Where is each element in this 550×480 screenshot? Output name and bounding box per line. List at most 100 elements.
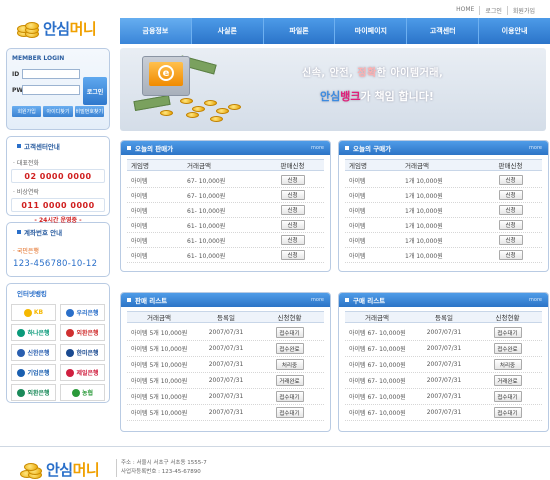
status-button[interactable]: 접수대기 [493,327,522,338]
trade-rate: 61- 10,000원 [187,237,226,245]
table-row: 아이템 5개 10,000원 2007/07/31 접수완료 [127,341,324,357]
password-input[interactable] [22,85,80,95]
buy-today-panel: 오늘의 구매가 more 게임명 거래금액 판매신청 아이템 1개 10,000원 신청 아… [338,140,549,272]
bank-logo-icon [17,388,26,397]
bank-link[interactable]: 하나은행 [11,324,56,341]
bank-link[interactable]: 신한은행 [11,344,56,361]
status-button[interactable]: 처리중 [275,359,304,370]
phone-label: · 대표전화 [13,160,39,167]
apply-button[interactable]: 신청 [498,235,523,245]
status-button[interactable]: 접수대기 [493,391,522,402]
status-button[interactable]: 접수대기 [275,407,304,418]
nav-item-guide[interactable]: 이용안내 [479,18,550,44]
trade-rate: 1개 10,000원 [405,207,443,215]
nav-item-sasil[interactable]: 사실론 [192,18,264,44]
bank-link[interactable]: 농협 [60,384,105,401]
bank-name: 제일은행 [76,370,99,377]
bank-link[interactable]: 한미은행 [60,344,105,361]
bank-logo-icon [23,308,32,317]
status-button[interactable]: 거래완료 [275,375,304,386]
status-button[interactable]: 접수대기 [275,327,304,338]
game-name: 아이템 [131,192,148,200]
apply-button[interactable]: 신청 [280,235,305,245]
bullet-icon [17,230,21,234]
buy-today-header: 오늘의 구매가 more [339,141,548,155]
bank-name: 외환은행 [27,390,50,397]
status-button[interactable]: 처리중 [493,359,522,370]
bank-logo-icon [71,388,80,397]
customer-center-box: 고객센터안내 · 대표전화 02 0000 0000 · 비상연락 011 00… [6,136,110,224]
site-logo[interactable]: 안심머니 [17,18,97,39]
more-link[interactable]: more [311,145,324,151]
apply-button[interactable]: 신청 [280,250,305,260]
apply-button[interactable]: 신청 [498,190,523,200]
bank-name: 우리은행 [76,310,99,317]
game-name: 아이템 [349,192,366,200]
trade-rate: 아이템 67- 10,000원 [349,378,406,385]
table-row: 아이템 5개 10,000원 2007/07/31 거래완료 [127,373,324,389]
emergency-number: 011 0000 0000 [11,198,105,212]
bank-link[interactable]: 외환은행 [11,384,56,401]
action-cell: 신청 [479,248,542,262]
apply-button[interactable]: 신청 [498,220,523,230]
login-button[interactable]: 로그인 [83,77,107,105]
status-button[interactable]: 접수대기 [493,407,522,418]
account-bank: · 국민은행 [13,248,39,255]
top-link-home[interactable]: HOME [451,6,481,15]
logo-text: 안심머니 [43,20,97,38]
customer-center-title: 고객센터안내 [11,137,105,154]
nav-item-finance[interactable]: 금융정보 [120,18,192,44]
bank-name: 한미은행 [76,350,99,357]
more-link[interactable]: more [529,297,542,303]
status-cell: 처리중 [255,357,324,372]
top-link-join[interactable]: 회원가입 [508,6,540,15]
apply-button[interactable]: 신청 [280,175,305,185]
action-cell: 신청 [479,173,542,187]
nav-item-mypage[interactable]: 마이페이지 [335,18,408,44]
action-cell: 신청 [479,218,542,232]
id-input[interactable] [22,69,80,79]
game-name: 아이템 [349,207,366,215]
game-name: 아이템 [349,222,366,230]
status-button[interactable]: 접수완료 [275,343,304,354]
status-button[interactable]: 접수완료 [493,343,522,354]
status-button[interactable]: 접수대기 [275,391,304,402]
bank-name: 농협 [81,390,94,397]
table-row: 아이템 1개 10,000원 신청 [345,233,542,248]
apply-button[interactable]: 신청 [498,175,523,185]
apply-button[interactable]: 신청 [280,190,305,200]
apply-button[interactable]: 신청 [280,220,305,230]
apply-button[interactable]: 신청 [280,205,305,215]
trade-rate: 67- 10,000원 [187,192,226,200]
bank-link[interactable]: 외환은행 [60,324,105,341]
bank-link[interactable]: 우리은행 [60,304,105,321]
status-cell: 거래완료 [255,373,324,388]
register-date: 2007/07/31 [208,329,244,336]
footer-address: 주소 : 서울시 서초구 서초동 1555-7 [121,460,207,466]
bank-link[interactable]: KB [11,304,56,321]
apply-button[interactable]: 신청 [498,205,523,215]
bank-link[interactable]: 기업은행 [11,364,56,381]
more-link[interactable]: more [311,297,324,303]
table-row: 아이템 1개 10,000원 신청 [345,248,542,263]
nav-item-support[interactable]: 고객센터 [407,18,480,44]
trade-rate: 67- 10,000원 [187,177,226,185]
bank-link[interactable]: 제일은행 [60,364,105,381]
table-row: 아이템 61- 10,000원 신청 [127,203,324,218]
status-button[interactable]: 거래완료 [493,375,522,386]
banking-box: 인터넷뱅킹 KB 우리은행 하나은행 외환은행 신한은행 한미은행 기업은행 제일은행 외환은행… [6,283,110,403]
more-link[interactable]: more [529,145,542,151]
find-pw-button[interactable]: 비밀번호찾기 [74,106,104,117]
find-id-button[interactable]: 아이디찾기 [43,106,73,117]
join-button[interactable]: 회원가입 [12,106,42,117]
top-link-login[interactable]: 로그인 [480,6,508,15]
footer-divider [0,446,550,447]
table-row: 아이템 61- 10,000원 신청 [127,218,324,233]
action-cell: 신청 [261,248,324,262]
status-cell: 접수대기 [255,389,324,404]
nav-item-file[interactable]: 파일론 [264,18,336,44]
apply-button[interactable]: 신청 [498,250,523,260]
account-number: 123-456780-10-12 [13,259,98,269]
login-box: MEMBER LOGIN ID PW 로그인 회원가입 아이디찾기 비밀번호찾기 [6,48,110,130]
status-cell: 접수대기 [255,325,324,340]
